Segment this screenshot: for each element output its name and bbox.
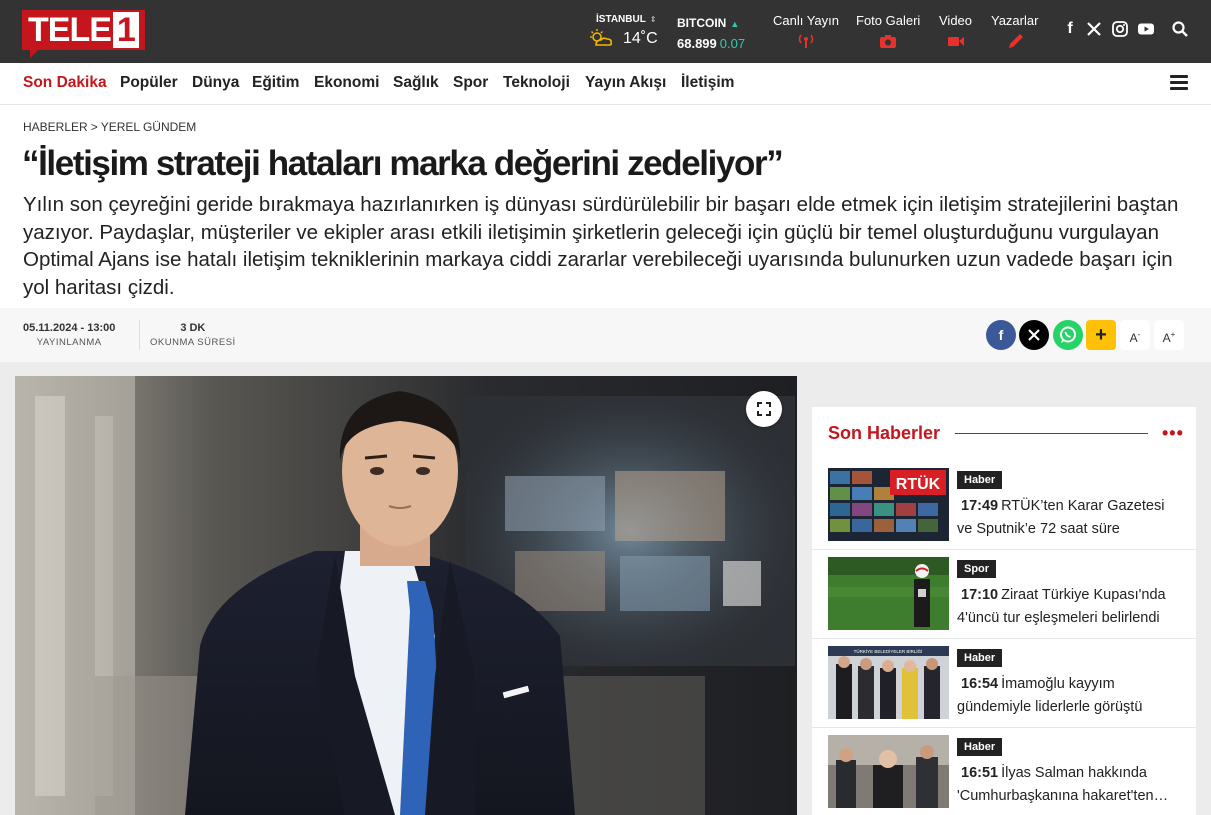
instagram-icon[interactable]	[1111, 20, 1129, 38]
news-time: 16:54	[961, 676, 999, 692]
nav-item-populer[interactable]: Popüler	[120, 74, 178, 92]
photo-gallery-label: Foto Galeri	[856, 13, 921, 28]
weather-temp: 14˚C	[623, 30, 658, 47]
crypto-price: 68.899	[677, 36, 717, 51]
crypto-name: BITCOIN	[677, 16, 727, 30]
logo-number: 1	[112, 12, 139, 48]
authors-link[interactable]: Yazarlar	[991, 13, 1038, 49]
crypto-widget[interactable]: BITCOIN ▲ 68.899 0.07	[677, 14, 745, 51]
logo-text: TELE	[28, 11, 112, 49]
news-thumbnail	[828, 557, 949, 630]
news-time: 16:51	[961, 765, 999, 781]
broadcast-icon	[798, 34, 814, 48]
thumb-tbb-text: TÜRKİYE BELEDİYELER BİRLİĞİ	[854, 648, 923, 654]
nav-item-teknoloji[interactable]: Teknoloji	[503, 74, 570, 92]
video-label: Video	[939, 13, 973, 28]
publish-date-value: 05.11.2024 - 13:00	[23, 322, 116, 334]
news-thumbnail: RTÜK	[828, 468, 949, 541]
site-logo[interactable]: TELE 1	[22, 8, 145, 58]
category-badge[interactable]: Haber	[957, 738, 1003, 756]
share-x-icon[interactable]	[1019, 320, 1049, 350]
nav-item-yayin-akisi[interactable]: Yayın Akışı	[585, 74, 666, 92]
x-icon[interactable]	[1085, 20, 1103, 38]
fullscreen-button[interactable]	[746, 391, 782, 427]
crypto-change: 0.07	[719, 36, 746, 51]
photo-gallery-link[interactable]: Foto Galeri	[856, 13, 920, 49]
nav-item-dunya[interactable]: Dünya	[192, 74, 239, 92]
font-decrease-button[interactable]: A-	[1120, 320, 1150, 350]
title-underline	[955, 433, 1148, 434]
article-summary: Yılın son çeyreğini geride bırakmaya haz…	[23, 193, 1179, 299]
authors-label: Yazarlar	[991, 13, 1039, 28]
nav-item-spor[interactable]: Spor	[453, 74, 488, 92]
portrait-photo	[15, 376, 797, 815]
facebook-icon[interactable]: f	[1061, 20, 1079, 38]
article-main-image[interactable]	[15, 376, 797, 815]
top-bar: TELE 1 İSTANBUL ⇕ 14˚C BITCOIN ▲ 68.899 0.07…	[0, 0, 1211, 63]
pen-icon	[1008, 34, 1023, 48]
meta-divider	[139, 320, 140, 350]
search-icon[interactable]	[1171, 20, 1189, 38]
news-item[interactable]: RTÜK Haber 17:49 RTÜK’ten Karar Gazetesi …	[812, 461, 1196, 550]
news-thumbnail: TÜRKİYE BELEDİYELER BİRLİĞİ	[828, 646, 949, 719]
expand-icon	[757, 402, 771, 416]
news-time: 17:10	[961, 587, 999, 603]
breadcrumb: HABERLER > YEREL GÜNDEM	[23, 120, 196, 134]
publish-date: 05.11.2024 - 13:00 YAYINLANMA	[23, 322, 115, 348]
menu-icon[interactable]	[1170, 75, 1188, 91]
article-meta-bar: 05.11.2024 - 13:00 YAYINLANMA 3 DK OKUNM…	[0, 308, 1211, 362]
category-badge[interactable]: Spor	[957, 560, 997, 578]
thumb-rtuk-text: RTÜK	[896, 474, 941, 493]
breadcrumb-separator: >	[90, 120, 98, 134]
video-camera-icon	[947, 37, 964, 46]
font-increase-label: A	[1162, 331, 1171, 345]
camera-icon	[880, 35, 897, 48]
reading-time-label: OKUNMA SÜRESİ	[150, 337, 236, 348]
latest-news-widget: Son Haberler ••• RTÜK Haber 17:49 RTÜK’t…	[812, 407, 1196, 815]
category-badge[interactable]: Haber	[957, 471, 1003, 489]
share-whatsapp-icon[interactable]	[1053, 320, 1083, 350]
nav-item-saglik[interactable]: Sağlık	[393, 74, 439, 92]
weather-city: İSTANBUL	[596, 14, 646, 25]
city-select-icon[interactable]: ⇕	[650, 15, 657, 24]
news-thumbnail	[828, 735, 949, 808]
nav-item-egitim[interactable]: Eğitim	[252, 74, 299, 92]
more-options-icon[interactable]: •••	[1162, 423, 1184, 444]
trend-up-icon: ▲	[730, 19, 740, 29]
reading-time-value: 3 DK	[180, 322, 206, 334]
share-facebook-icon[interactable]: f	[986, 320, 1016, 350]
nav-item-ekonomi[interactable]: Ekonomi	[314, 74, 379, 92]
news-item[interactable]: Spor 17:10 Ziraat Türkiye Kupası'nda 4'ün…	[812, 550, 1196, 639]
partly-cloudy-sun-icon	[590, 29, 613, 46]
news-item[interactable]: TÜRKİYE BELEDİYELER BİRLİĞİ Haber 16:54 İ…	[812, 639, 1196, 728]
live-broadcast-label: Canlı Yayın	[773, 13, 840, 28]
breadcrumb-haberler[interactable]: HABERLER	[23, 120, 88, 134]
youtube-icon[interactable]	[1137, 20, 1155, 38]
main-nav: Son Dakika Popüler Dünya Eğitim Ekonomi …	[0, 63, 1211, 105]
share-more-icon[interactable]: +	[1086, 320, 1116, 350]
nav-item-iletisim[interactable]: İletişim	[681, 74, 734, 92]
font-increase-button[interactable]: A+	[1154, 320, 1184, 350]
publish-date-label: YAYINLANMA	[36, 337, 102, 348]
article-title: “İletişim strateji hataları marka değeri…	[22, 144, 784, 183]
news-time: 17:49	[961, 498, 999, 514]
latest-news-title: Son Haberler	[828, 423, 941, 443]
category-badge[interactable]: Haber	[957, 649, 1003, 667]
news-item[interactable]: Haber 16:51 İlyas Salman hakkında 'Cumhur…	[812, 728, 1196, 815]
font-decrease-label: A	[1129, 331, 1138, 345]
breadcrumb-yerel-gundem[interactable]: YEREL GÜNDEM	[101, 120, 197, 134]
live-broadcast-link[interactable]: Canlı Yayın	[773, 13, 839, 49]
nav-item-son-dakika[interactable]: Son Dakika	[23, 74, 107, 92]
reading-time: 3 DK OKUNMA SÜRESİ	[150, 322, 236, 348]
video-link[interactable]: Video	[939, 13, 972, 49]
